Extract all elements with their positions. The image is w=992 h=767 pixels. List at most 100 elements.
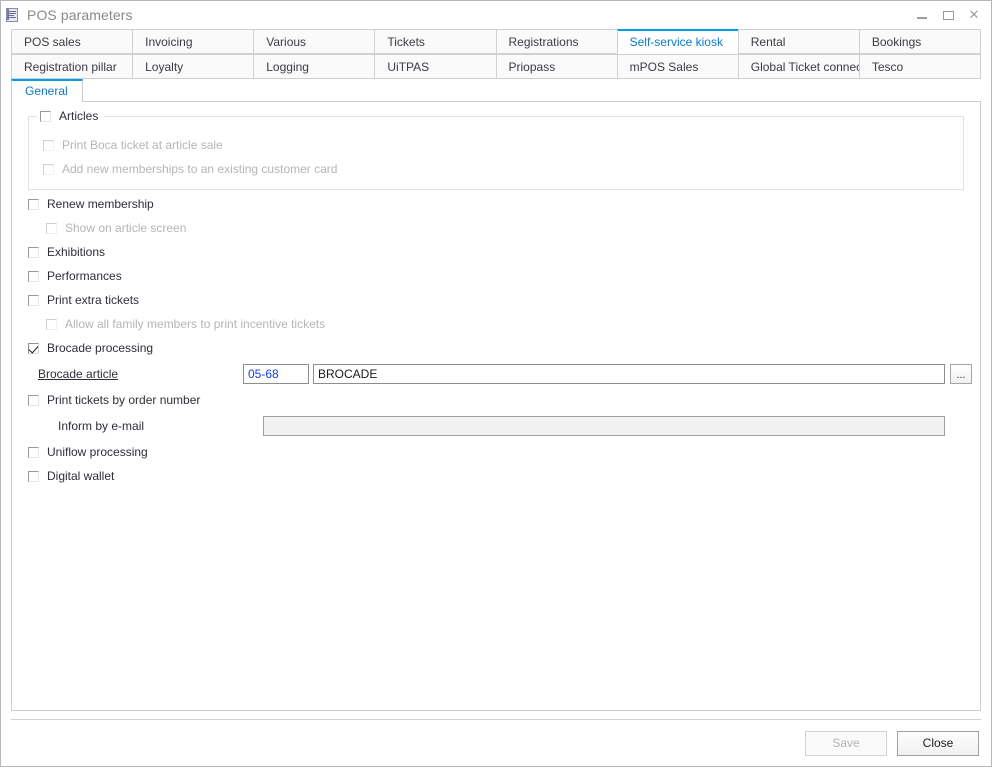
- tab-label: Invoicing: [145, 35, 192, 49]
- cancel-button[interactable]: Close: [897, 731, 979, 756]
- checkbox-row-uniflow-processing[interactable]: Uniflow processing: [20, 440, 972, 464]
- tab-label: Rental: [751, 35, 786, 49]
- brocade-article-browse-button[interactable]: ...: [950, 364, 972, 384]
- label-print-extra-tickets: Print extra tickets: [47, 293, 139, 307]
- label-digital-wallet: Digital wallet: [47, 469, 114, 483]
- tab-loyalty[interactable]: Loyalty: [132, 54, 253, 79]
- articles-group-header[interactable]: Articles: [37, 108, 104, 124]
- tab-various[interactable]: Various: [253, 29, 374, 54]
- label-brocade-processing: Brocade processing: [47, 341, 153, 355]
- checkbox-uniflow-processing[interactable]: [28, 447, 39, 458]
- label-show-on-article-screen: Show on article screen: [65, 221, 186, 235]
- close-button[interactable]: ✕: [961, 4, 987, 26]
- brocade-article-code-input[interactable]: [243, 364, 309, 384]
- tab-mpos-sales[interactable]: mPOS Sales: [617, 54, 738, 79]
- tab-label: Priopass: [509, 60, 556, 74]
- tab-label: Loyalty: [145, 60, 183, 74]
- checkbox-row-print-extra-tickets[interactable]: Print extra tickets: [20, 288, 972, 312]
- articles-group-items: Print Boca ticket at article sale Add new…: [29, 133, 963, 181]
- tab-label: Global Ticket connector: [751, 60, 859, 74]
- tab-pos-sales[interactable]: POS sales: [11, 29, 132, 54]
- checkbox-print-tickets-by-order-number[interactable]: [28, 395, 39, 406]
- checkbox-row-exhibitions[interactable]: Exhibitions: [20, 240, 972, 264]
- brocade-article-row: Brocade article ...: [20, 360, 972, 388]
- close-icon: ✕: [969, 9, 980, 22]
- tab-tesco[interactable]: Tesco: [859, 54, 981, 79]
- tab-registration-pillar[interactable]: Registration pillar: [11, 54, 132, 79]
- label-uniflow-processing: Uniflow processing: [47, 445, 148, 459]
- general-form: Articles Print Boca ticket at article sa…: [12, 102, 980, 488]
- tab-invoicing[interactable]: Invoicing: [132, 29, 253, 54]
- articles-groupbox: Articles Print Boca ticket at article sa…: [28, 116, 964, 190]
- maximize-button[interactable]: [935, 4, 961, 26]
- label-performances: Performances: [47, 269, 122, 283]
- label-exhibitions: Exhibitions: [47, 245, 105, 259]
- inform-by-email-row: Inform by e-mail: [20, 412, 972, 440]
- subtab-strip: General: [11, 79, 981, 102]
- label-renew-membership: Renew membership: [47, 197, 154, 211]
- general-checkbox-list: Renew membership Show on article screen Ex…: [20, 192, 972, 360]
- tab-content-panel: Articles Print Boca ticket at article sa…: [11, 102, 981, 711]
- inform-by-email-input[interactable]: [263, 416, 945, 436]
- tab-label: mPOS Sales: [630, 60, 699, 74]
- tab-row-primary: POS sales Invoicing Various Tickets Registra…: [11, 29, 981, 54]
- tab-label: Tickets: [387, 35, 425, 49]
- checkbox-row-show-on-article-screen: Show on article screen: [20, 216, 972, 240]
- checkbox-row-digital-wallet[interactable]: Digital wallet: [20, 464, 972, 488]
- checkbox-show-on-article-screen: [46, 223, 57, 234]
- checkbox-print-boca-ticket-at-article-sale: [43, 140, 54, 151]
- tab-label: Tesco: [872, 60, 903, 74]
- checkbox-row-renew-membership[interactable]: Renew membership: [20, 192, 972, 216]
- window-controls: ✕: [909, 1, 987, 29]
- tab-registrations[interactable]: Registrations: [496, 29, 617, 54]
- window-title: POS parameters: [27, 7, 133, 23]
- checkbox-row-print-tickets-by-order-number[interactable]: Print tickets by order number: [20, 388, 972, 412]
- title-bar: POS parameters ✕: [1, 1, 991, 29]
- checkbox-performances[interactable]: [28, 271, 39, 282]
- tab-label: Bookings: [872, 35, 921, 49]
- checkbox-row-allow-all-family-members-to-print-incentive-tickets: Allow all family members to print incent…: [20, 312, 972, 336]
- tab-global-ticket-connector[interactable]: Global Ticket connector: [738, 54, 859, 79]
- brocade-article-link[interactable]: Brocade article: [38, 367, 243, 381]
- pos-parameters-window: POS parameters ✕ POS sales Invoicing Vario…: [0, 0, 992, 767]
- checkbox-row-print-boca-ticket-at-article-sale: Print Boca ticket at article sale: [43, 133, 963, 157]
- checkbox-exhibitions[interactable]: [28, 247, 39, 258]
- checkbox-print-extra-tickets[interactable]: [28, 295, 39, 306]
- checkbox-renew-membership[interactable]: [28, 199, 39, 210]
- dialog-footer: Save Close: [11, 719, 981, 766]
- checkbox-row-brocade-processing[interactable]: Brocade processing: [20, 336, 972, 360]
- tab-tickets[interactable]: Tickets: [374, 29, 495, 54]
- minimize-button[interactable]: [909, 4, 935, 26]
- save-button[interactable]: Save: [805, 731, 887, 756]
- maximize-icon: [943, 11, 954, 20]
- tab-label: Logging: [266, 60, 309, 74]
- trailing-checkbox-list: Uniflow processing Digital wallet: [20, 440, 972, 488]
- tab-bookings[interactable]: Bookings: [859, 29, 981, 54]
- checkbox-row-performances[interactable]: Performances: [20, 264, 972, 288]
- checkbox-articles[interactable]: [40, 111, 51, 122]
- tab-self-service-kiosk[interactable]: Self-service kiosk: [617, 29, 738, 54]
- label-print-boca-ticket-at-article-sale: Print Boca ticket at article sale: [62, 138, 223, 152]
- checkbox-digital-wallet[interactable]: [28, 471, 39, 482]
- tab-label: Registrations: [509, 35, 579, 49]
- minimize-icon: [917, 17, 927, 19]
- subtab-label: General: [25, 84, 68, 98]
- tab-uitpas[interactable]: UiTPAS: [374, 54, 495, 79]
- tab-rental[interactable]: Rental: [738, 29, 859, 54]
- tab-area: POS sales Invoicing Various Tickets Registra…: [1, 29, 991, 79]
- checkbox-row-add-new-memberships-to-an-existing-customer-card: Add new memberships to an existing custo…: [43, 157, 963, 181]
- brocade-article-name-input[interactable]: [313, 364, 945, 384]
- tab-logging[interactable]: Logging: [253, 54, 374, 79]
- tab-priopass[interactable]: Priopass: [496, 54, 617, 79]
- tab-label: Registration pillar: [24, 60, 117, 74]
- document-list-icon: [6, 8, 20, 22]
- subtab-general[interactable]: General: [11, 79, 83, 101]
- inform-by-email-label: Inform by e-mail: [38, 419, 263, 433]
- tab-label: UiTPAS: [387, 60, 429, 74]
- tab-row-secondary: Registration pillar Loyalty Logging UiTPAS P…: [11, 54, 981, 79]
- label-add-new-memberships-to-an-existing-customer-card: Add new memberships to an existing custo…: [62, 162, 337, 176]
- checkbox-brocade-processing[interactable]: [28, 343, 39, 354]
- articles-group-label: Articles: [59, 109, 98, 123]
- tab-label: Self-service kiosk: [630, 35, 723, 49]
- tab-label: POS sales: [24, 35, 81, 49]
